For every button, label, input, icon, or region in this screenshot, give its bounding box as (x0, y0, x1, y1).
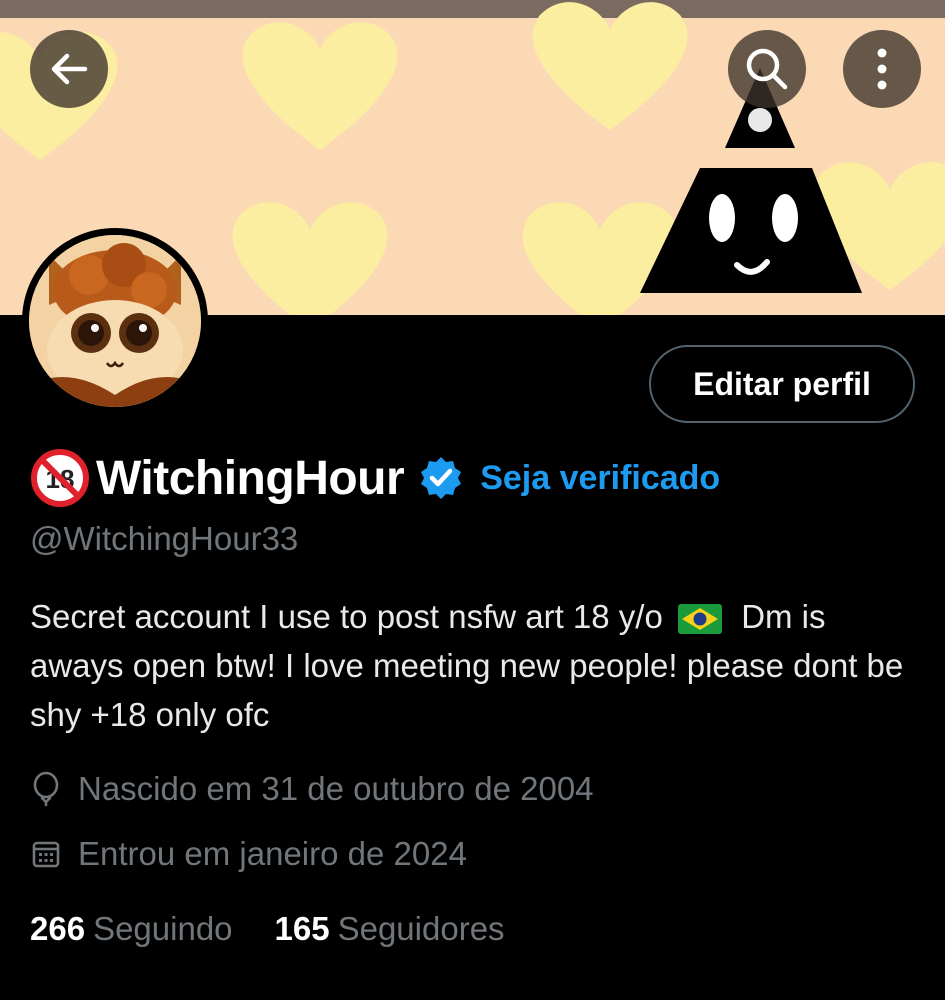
search-button[interactable] (728, 30, 806, 108)
birthday-row: Nascido em 31 de outubro de 2004 (30, 770, 594, 808)
followers-label: Seguidores (337, 910, 505, 947)
get-verified-link[interactable]: Seja verificado (480, 459, 720, 498)
search-icon (746, 48, 788, 90)
calendar-icon (32, 841, 60, 868)
back-button[interactable] (30, 30, 108, 108)
birthday-text: Nascido em 31 de outubro de 2004 (78, 770, 594, 807)
display-name: WitchingHour (96, 451, 405, 505)
arrow-left-icon (51, 53, 88, 85)
following-count: 266 (30, 910, 86, 947)
verified-badge-icon[interactable] (418, 455, 464, 501)
more-vertical-icon (877, 48, 887, 90)
balloon-icon (33, 771, 59, 807)
follow-stats: 266 Seguindo 165 Seguidores (30, 910, 547, 948)
username-handle: @WitchingHour33 (30, 520, 299, 557)
following-label: Seguindo (93, 910, 233, 947)
followers-link[interactable]: 165 Seguidores (275, 910, 505, 948)
following-link[interactable]: 266 Seguindo (30, 910, 233, 948)
bio-text-part1: Secret account I use to post nsfw art 18… (30, 598, 663, 635)
followers-count: 165 (274, 910, 330, 947)
more-options-button[interactable] (843, 30, 921, 108)
joined-text: Entrou em janeiro de 2024 (78, 835, 467, 872)
joined-row: Entrou em janeiro de 2024 (30, 835, 467, 873)
bio: Secret account I use to post nsfw art 18… (30, 592, 920, 739)
cat-character-art (29, 235, 201, 407)
avatar[interactable] (22, 228, 208, 414)
no-under-18-icon: 18 (31, 449, 89, 507)
display-name-row: 18 WitchingHour Seja verificado (30, 448, 720, 508)
brazil-flag-icon (678, 604, 723, 634)
avatar-image (29, 235, 201, 407)
edit-profile-button[interactable]: Editar perfil (649, 345, 915, 423)
